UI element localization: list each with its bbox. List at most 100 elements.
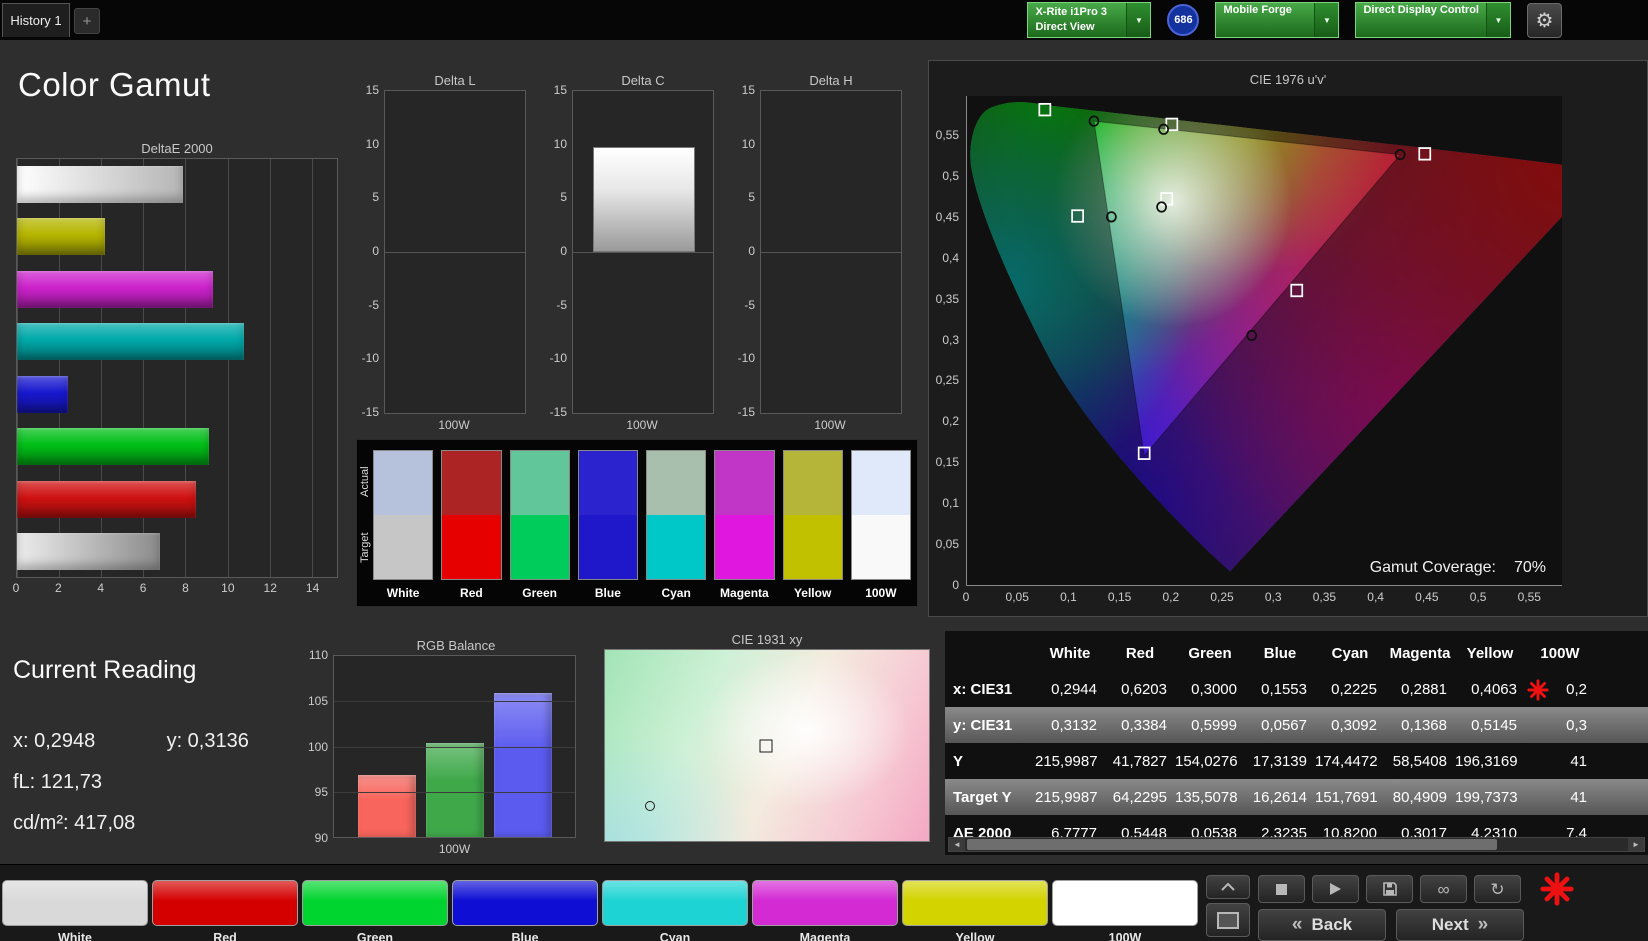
patch-button-green[interactable] (302, 880, 448, 926)
results-table: White Red Green Blue Cyan Magenta Yellow 100W x:… (945, 635, 1648, 851)
scroll-right-button[interactable]: ► (1628, 838, 1644, 851)
chevron-down-icon[interactable]: ▼ (1126, 3, 1151, 37)
column-header: Blue (1263, 644, 1297, 662)
pattern-patch: Blue (452, 880, 598, 941)
table-row: Y 215,9987 41,7827 154,0276 17,3139 174,4472 5… (945, 743, 1648, 779)
horizontal-scrollbar[interactable]: ◄ ► (948, 837, 1645, 852)
axis-tick-label: 10 (741, 136, 755, 151)
save-icon (1382, 882, 1397, 896)
pattern-patch: 100W (1052, 880, 1198, 941)
pattern-window-button[interactable] (1206, 903, 1250, 937)
meter-dropdown-label: X-Rite i1Pro 3 Direct View (1028, 3, 1126, 37)
deltae-bar-red (17, 480, 196, 518)
patch-button-white[interactable] (2, 880, 148, 926)
patch-label: 100W (1108, 931, 1142, 941)
scrollbar-track[interactable] (965, 838, 1628, 851)
patch-button-red[interactable] (152, 880, 298, 926)
patch-button-blue[interactable] (452, 880, 598, 926)
swatch-column: Yellow (782, 450, 843, 600)
chart-title: DeltaE 2000 (141, 141, 213, 156)
swatch-target (374, 515, 433, 579)
play-button[interactable] (1312, 875, 1359, 903)
chevron-down-icon[interactable]: ▼ (1314, 3, 1339, 37)
display-control-dropdown[interactable]: Direct Display Control ▼ (1355, 2, 1511, 38)
save-button[interactable] (1366, 875, 1413, 903)
table-cell: 0,2225 (1331, 680, 1377, 698)
swatch-target (442, 515, 501, 579)
loop-button[interactable]: ∞ (1420, 875, 1467, 903)
axis-tick-label: -5 (368, 297, 379, 312)
axis-tick-label: 0,2 (942, 414, 959, 429)
delta-c-chart: Delta C 15 10 5 0 -5 -10 -15 100W (542, 72, 714, 432)
settings-button[interactable]: ⚙ (1527, 2, 1562, 38)
axis-tick-label: 0,55 (935, 128, 959, 143)
collapse-button[interactable] (1206, 875, 1250, 899)
zero-line (761, 252, 901, 253)
swatch-target (647, 515, 706, 579)
axis-tick-label: 2 (55, 581, 62, 595)
scrollbar-thumb[interactable] (967, 839, 1498, 850)
color-checker-strip: Actual Target White Red Green Blue Cyan Magen… (356, 439, 918, 607)
axis-tick-label: 5 (748, 190, 755, 205)
swatch-pair (646, 450, 707, 580)
swatch-pair (509, 450, 570, 580)
rgb-bar-red (357, 774, 416, 837)
chevron-right-icon: » (1477, 914, 1489, 935)
swatch-actual (715, 451, 774, 515)
swatch-label: Yellow (793, 586, 832, 600)
table-cell: 0,3 (1566, 716, 1587, 734)
axis-tick-label: -10 (549, 351, 567, 366)
patch-button-magenta[interactable] (752, 880, 898, 926)
deltae2000-chart: DeltaE 2000 0 2 4 6 8 10 12 14 (12, 140, 338, 599)
patch-button-yellow[interactable] (902, 880, 1048, 926)
axis-tick-label: 0,15 (1107, 590, 1132, 604)
chevron-up-icon (1221, 883, 1235, 891)
table-cell: 41 (1570, 752, 1587, 770)
swatch-pair (441, 450, 502, 580)
patch-button-100w[interactable] (1052, 880, 1198, 926)
table-cell: 0,3092 (1331, 716, 1377, 734)
axis-tick-label: 0,5 (1469, 590, 1487, 604)
axis-label: 100W (814, 418, 846, 432)
column-header: Green (1188, 644, 1232, 662)
add-tab-button[interactable]: + (74, 8, 100, 34)
swatch-actual (442, 451, 501, 515)
swatch-target (510, 515, 569, 579)
meter-count-badge: 686 (1167, 4, 1200, 36)
axis-tick-label: 0 (12, 581, 20, 595)
pattern-patch: Yellow (902, 880, 1048, 941)
next-button[interactable]: Next » (1396, 909, 1524, 941)
axis-tick-label: -15 (549, 405, 567, 419)
gamut-coverage: Gamut Coverage: 70% (1370, 559, 1546, 577)
axis-tick-label: 0,2 (1162, 590, 1180, 604)
scroll-left-button[interactable]: ◄ (949, 838, 965, 851)
axis-tick-label: 105 (307, 693, 328, 708)
alert-asterisk-icon (1540, 872, 1574, 906)
table-row: y: CIE31 0,3132 0,3384 0,5999 0,0567 0,3092 0,… (945, 707, 1648, 743)
axis-tick-label: 0,25 (1210, 590, 1234, 604)
toolbar-right-cluster: X-Rite i1Pro 3 Direct View ▼ 686 Mobile … (1027, 2, 1562, 38)
deltae-bar-100w (17, 532, 161, 570)
pattern-patch: Cyan (602, 880, 748, 941)
chevron-down-icon[interactable]: ▼ (1486, 3, 1510, 37)
top-toolbar: History 1 + X-Rite i1Pro 3 Direct View ▼… (0, 0, 1648, 40)
stop-button[interactable] (1258, 875, 1305, 903)
cie-y-axis: 0 0,05 0,1 0,15 0,2 0,25 0,3 0,35 0,4 0,45 0,5 0,55 (929, 96, 963, 592)
refresh-button[interactable]: ↻ (1474, 875, 1521, 903)
swatch-actual (783, 451, 842, 515)
rgb-bar-green (425, 742, 484, 837)
source-dropdown[interactable]: Mobile Forge ▼ (1215, 2, 1340, 38)
swatch-pair (850, 450, 911, 580)
column-header: 100W (1540, 644, 1580, 662)
chart-title: CIE 1931 xy (731, 632, 803, 647)
patch-button-cyan[interactable] (602, 880, 748, 926)
swatch-columns: White Red Green Blue Cyan Magenta Yellow 100W (373, 450, 911, 600)
back-button[interactable]: « Back (1258, 909, 1386, 941)
pattern-patch: White (2, 880, 148, 941)
table-header-row: White Red Green Blue Cyan Magenta Yellow 100W (945, 635, 1648, 671)
history-tab[interactable]: History 1 (2, 3, 70, 37)
table-cell: 41 (1570, 788, 1587, 806)
meter-dropdown[interactable]: X-Rite i1Pro 3 Direct View ▼ (1027, 2, 1152, 38)
axis-tick-label: 0,05 (935, 537, 959, 552)
swatch-label: Blue (594, 586, 621, 600)
